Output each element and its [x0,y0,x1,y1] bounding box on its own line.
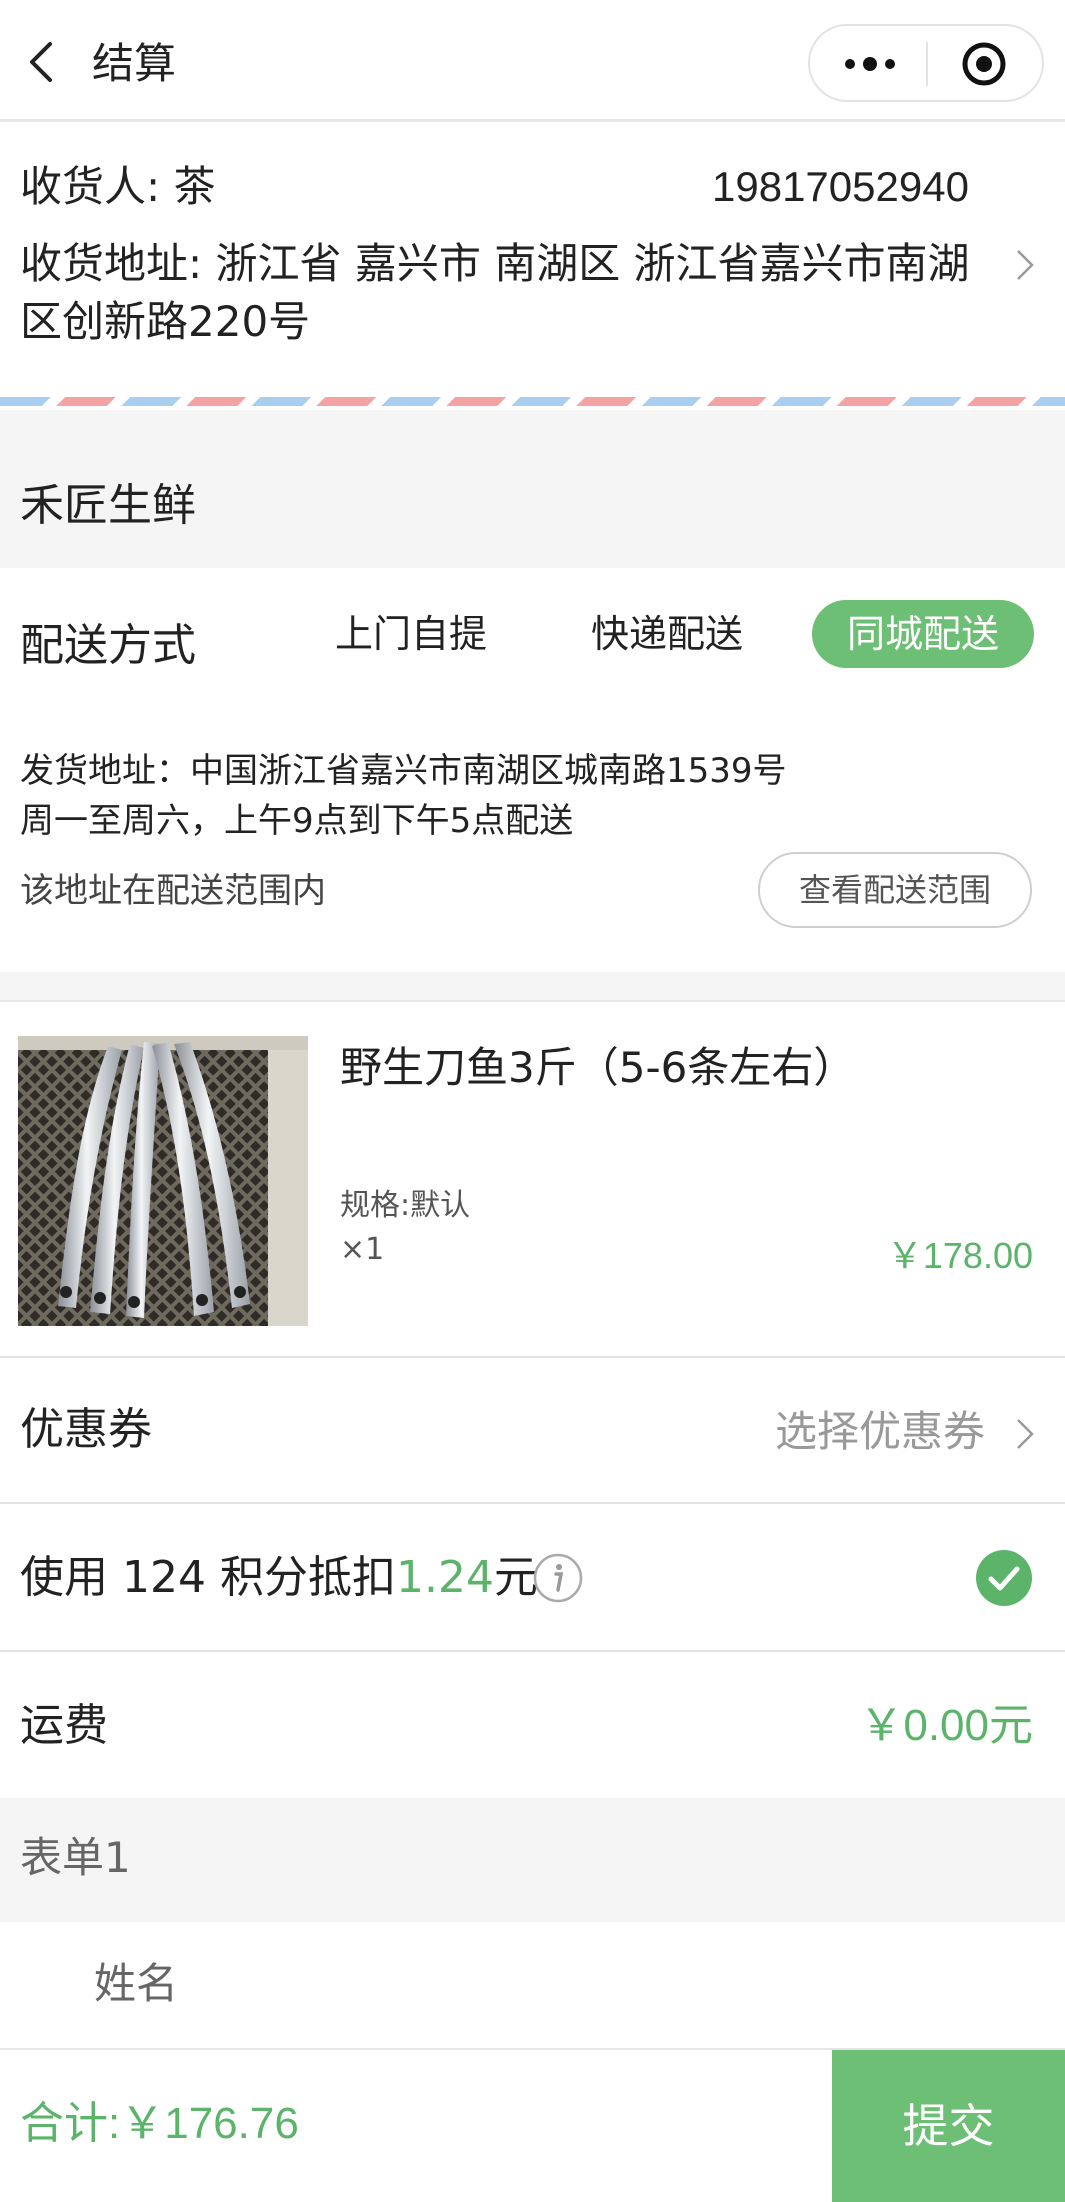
store-name: 禾匠生鲜 [20,480,196,531]
checkbox-checked-icon[interactable] [976,1550,1032,1606]
page-title: 结算 [92,39,177,88]
product-price: ￥178.00 [886,1235,1033,1276]
order-total: 合计:￥176.76 [20,2099,299,2148]
name-field[interactable]: 姓名 [0,1922,1065,2048]
delivery-option-pickup[interactable]: 上门自提 [316,600,506,668]
info-icon[interactable] [532,1552,584,1604]
chevron-right-icon [1017,250,1034,280]
coupon-label: 优惠券 [20,1404,152,1455]
points-prefix: 使用 124 积分抵扣 [20,1552,396,1603]
capsule-divider [926,42,928,86]
address-card[interactable]: 收货人: 茶 19817052940 收货地址: 浙江省 嘉兴市 南湖区 浙江省… [0,125,1065,406]
receiver-address: 收货地址: 浙江省 嘉兴市 南湖区 浙江省嘉兴市南湖区创新路220号 [20,239,970,346]
coupon-select-text: 选择优惠券 [774,1407,985,1456]
nav-bar: 结算 [0,0,1065,122]
view-delivery-range-button[interactable]: 查看配送范围 [758,852,1032,928]
delivery-hours: 周一至周六，上午9点到下午5点配送 [20,801,574,841]
chevron-right-icon [1017,1419,1034,1449]
ship-from-address: 发货地址：中国浙江省嘉兴市南湖区城南路1539号 [20,751,787,791]
freight-row: 运费 ￥0.00元 [0,1654,1065,1798]
mini-program-capsule [808,24,1044,102]
delivery-section: 配送方式 上门自提 快递配送 同城配送 发货地址：中国浙江省嘉兴市南湖区城南路1… [0,568,1065,972]
form-title: 表单1 [20,1833,131,1882]
product-quantity: ×1 [340,1232,385,1267]
delivery-option-express[interactable]: 快递配送 [572,600,762,668]
freight-label: 运费 [20,1700,108,1751]
coupon-row[interactable]: 优惠券 选择优惠券 [0,1358,1065,1504]
product-spec: 规格:默认 [340,1188,471,1223]
receiver-phone: 19817052940 [712,163,969,210]
submit-button[interactable]: 提交 [832,2050,1065,2202]
points-amount: 1.24 [395,1552,494,1603]
delivery-range-status: 该地址在配送范围内 [20,871,326,911]
product-name: 野生刀鱼3斤（5-6条左右） [340,1043,856,1092]
airmail-border [0,397,1065,406]
points-deduction-text: 使用 124 积分抵扣1.24元 [20,1550,538,1606]
delivery-method-label: 配送方式 [20,620,196,671]
name-field-label: 姓名 [94,1959,179,2008]
product-image [18,1036,308,1326]
close-target-icon[interactable] [960,40,1008,88]
product-item: 野生刀鱼3斤（5-6条左右） 规格:默认 ×1 ￥178.00 [0,1002,1065,1358]
delivery-option-same-city[interactable]: 同城配送 [812,600,1034,668]
form-header: 表单1 [0,1798,1065,1922]
checkout-bar: 合计:￥176.76 提交 [0,2048,1065,2202]
receiver-name: 收货人: 茶 [20,162,216,211]
more-icon[interactable] [840,46,900,82]
points-deduction-row: 使用 124 积分抵扣1.24元 [0,1506,1065,1652]
back-arrow-icon[interactable] [22,40,62,84]
freight-value: ￥0.00元 [859,1701,1033,1750]
section-divider [0,972,1065,1002]
